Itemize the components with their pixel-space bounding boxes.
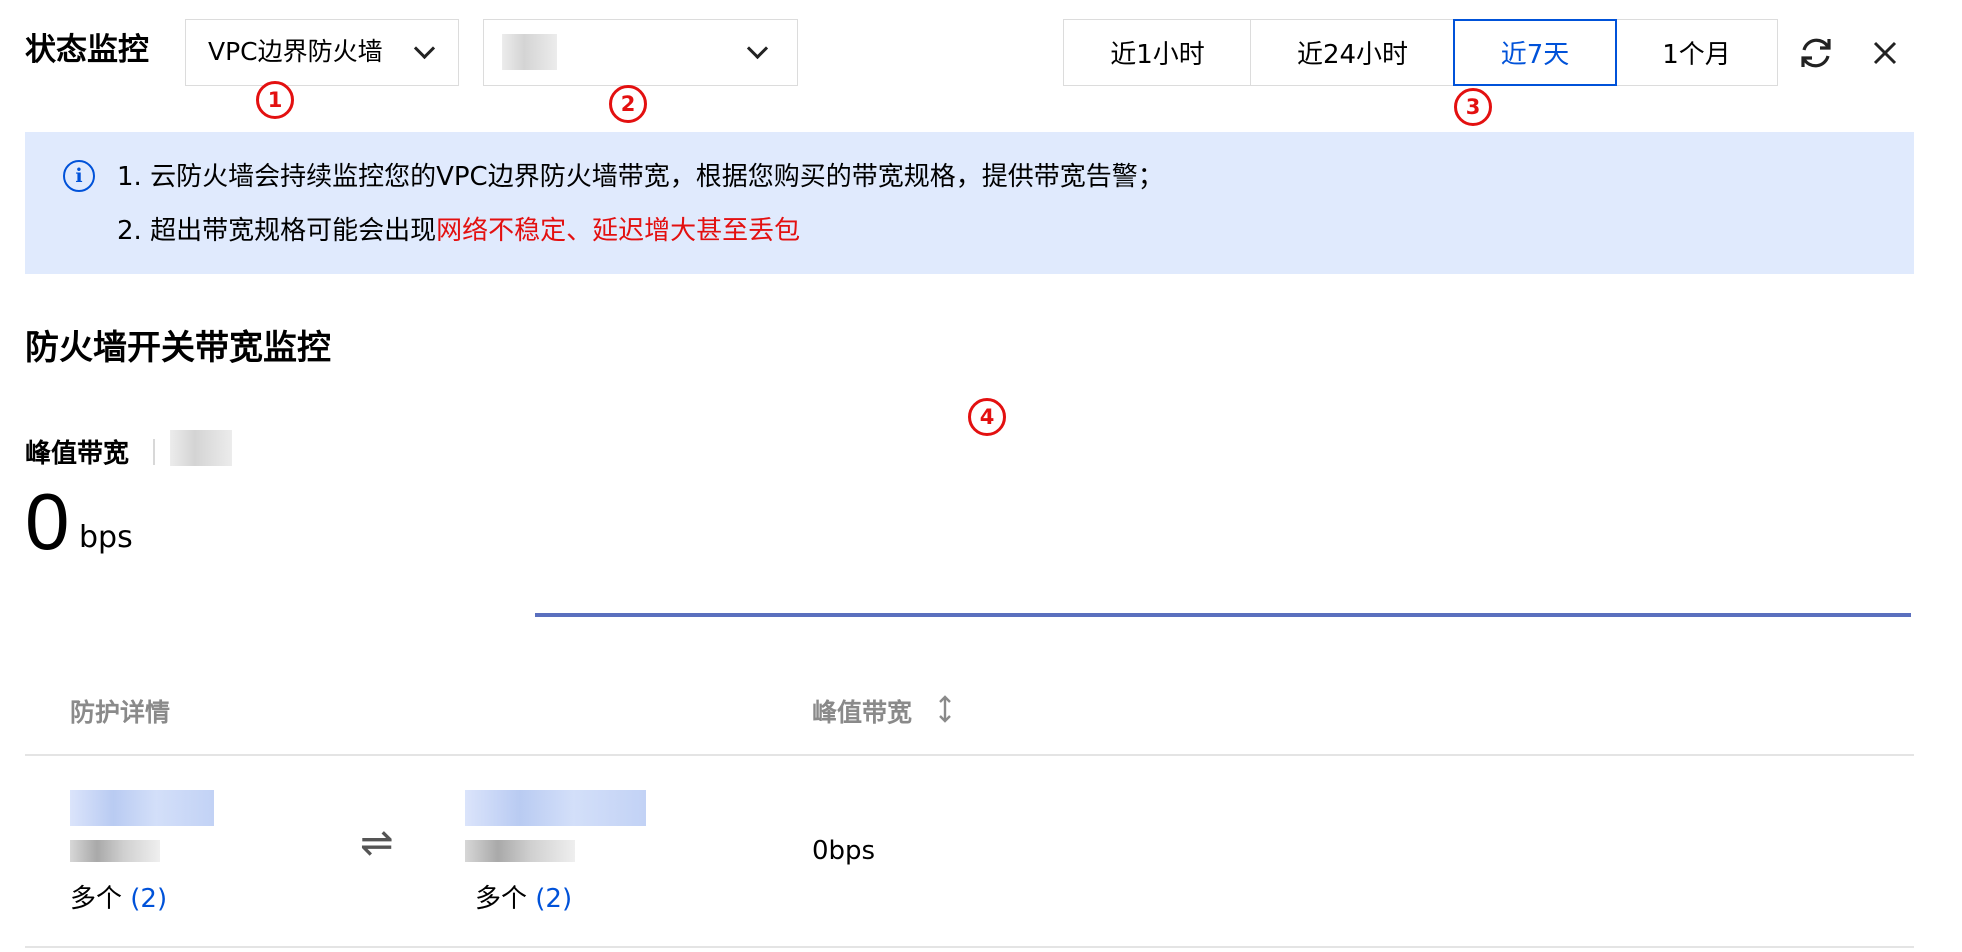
dest-multi-label: 多个: [475, 884, 528, 914]
info-icon: i: [63, 160, 95, 192]
table-row: 多个 (2) ⇌ 多个 (2) 0bps: [0, 756, 1962, 948]
source-multi-label: 多个: [70, 884, 123, 914]
bandwidth-chart-line: [535, 613, 1911, 617]
time-range-24h[interactable]: 近24小时: [1250, 19, 1455, 86]
sort-icon[interactable]: [938, 694, 952, 724]
divider: [153, 439, 155, 465]
firewall-type-select[interactable]: VPC边界防火墙: [185, 19, 459, 86]
marker-3: 3: [1454, 88, 1492, 126]
notice-line-2-prefix: 2. 超出带宽规格可能会出现: [117, 216, 437, 246]
time-range-1h[interactable]: 近1小时: [1063, 19, 1252, 86]
swap-arrows-icon: ⇌: [360, 820, 394, 866]
column-header-protection-detail: 防护详情: [70, 698, 171, 727]
dest-multi: 多个 (2): [475, 878, 572, 915]
refresh-icon[interactable]: [1796, 33, 1836, 73]
marker-2: 2: [609, 85, 647, 123]
firewall-type-value: VPC边界防火墙: [208, 37, 383, 66]
instance-select[interactable]: [483, 19, 798, 86]
redacted-dest-name[interactable]: [465, 790, 646, 826]
source-count-link[interactable]: (2): [130, 884, 167, 914]
notice-line-2-highlight: 网络不稳定、延迟增大甚至丢包: [436, 216, 801, 246]
marker-1: 1: [256, 81, 294, 119]
redacted-dest-id: [465, 840, 575, 862]
section-title: 防火墙开关带宽监控: [25, 328, 331, 368]
redacted-source-id: [70, 840, 160, 862]
notice-line-1: 1. 云防火墙会持续监控您的VPC边界防火墙带宽，根据您购买的带宽规格，提供带宽…: [117, 162, 1164, 192]
redacted-instance-name: [502, 34, 557, 70]
page-title: 状态监控: [25, 32, 149, 68]
time-range-7d[interactable]: 近7天: [1453, 19, 1617, 86]
table-row-divider: [25, 946, 1914, 948]
chevron-down-icon: [746, 37, 769, 60]
redacted-source-name[interactable]: [70, 790, 214, 826]
redacted-peak-time: [170, 430, 232, 466]
column-header-peak-bandwidth[interactable]: 峰值带宽: [812, 693, 912, 729]
peak-bandwidth-label: 峰值带宽: [25, 439, 130, 469]
marker-4: 4: [968, 398, 1006, 436]
notice-banner: i 1. 云防火墙会持续监控您的VPC边界防火墙带宽，根据您购买的带宽规格，提供…: [25, 132, 1914, 274]
time-range-1m[interactable]: 1个月: [1615, 19, 1778, 86]
close-icon[interactable]: [1869, 37, 1901, 69]
source-multi: 多个 (2): [70, 878, 167, 915]
chevron-down-icon: [413, 37, 436, 60]
peak-bandwidth-unit: bps: [79, 520, 133, 555]
row-peak-bandwidth: 0bps: [812, 836, 876, 866]
peak-bandwidth-value: 0: [25, 477, 70, 566]
notice-line-2: 2. 超出带宽规格可能会出现网络不稳定、延迟增大甚至丢包: [117, 210, 800, 247]
dest-count-link[interactable]: (2): [535, 884, 572, 914]
